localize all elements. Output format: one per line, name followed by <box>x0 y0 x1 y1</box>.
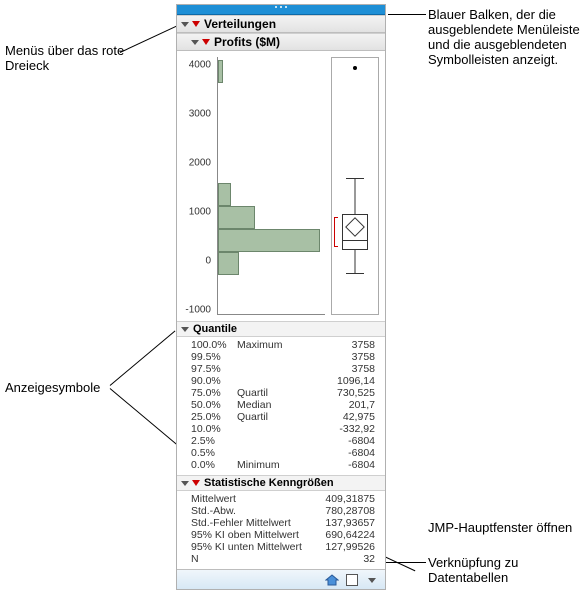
dropdown-icon[interactable] <box>365 573 379 587</box>
table-row: 95% KI unten Mittelwert127,99526 <box>191 541 379 553</box>
disclosure-icon[interactable] <box>181 481 189 486</box>
table-row: Mittelwert409,31875 <box>191 493 379 505</box>
boxplot[interactable] <box>331 57 379 315</box>
stats-title: Statistische Kenngrößen <box>204 477 334 489</box>
quantiles-header[interactable]: Quantile <box>177 321 385 337</box>
table-row: Std.-Abw.780,28708 <box>191 505 379 517</box>
stats-table: Mittelwert409,31875Std.-Abw.780,28708Std… <box>177 491 385 569</box>
y-axis: 4000 3000 2000 1000 0 -1000 <box>181 57 213 315</box>
table-row: Std.-Fehler Mittelwert137,93657 <box>191 517 379 529</box>
table-row: 0.0%Minimum-6804 <box>191 459 379 471</box>
mean-diamond <box>345 217 365 237</box>
table-row: 25.0%Quartil42,975 <box>191 411 379 423</box>
table-row: 50.0%Median201,7 <box>191 399 379 411</box>
hidden-menu-bar[interactable] <box>177 5 385 15</box>
jmp-home-icon[interactable] <box>325 573 339 587</box>
histogram[interactable] <box>217 57 325 315</box>
label-display-symbols: Anzeigesymbole <box>5 380 100 395</box>
table-row: 0.5%-6804 <box>191 447 379 459</box>
disclosure-icon[interactable] <box>181 327 189 332</box>
quantiles-table: 100.0%Maximum375899.5%375897.5%375890.0%… <box>177 337 385 475</box>
label-blue-bar: Blauer Balken, der die ausgeblendete Men… <box>428 7 583 67</box>
profits-title: Profits ($M) <box>214 35 280 49</box>
stats-header[interactable]: Statistische Kenngrößen <box>177 475 385 491</box>
label-jmp-main: JMP-Hauptfenster öffnen <box>428 520 572 535</box>
shortest-half-bracket <box>334 217 338 248</box>
table-row: 99.5%3758 <box>191 351 379 363</box>
red-triangle-icon[interactable] <box>192 480 200 486</box>
label-menus-red-triangle: Menüs über das rote Dreieck <box>5 43 165 73</box>
red-triangle-icon[interactable] <box>192 21 200 27</box>
red-triangle-icon[interactable] <box>202 39 210 45</box>
chart-area: 4000 3000 2000 1000 0 -1000 <box>177 51 385 321</box>
profits-header[interactable]: Profits ($M) <box>177 33 385 51</box>
distributions-title: Verteilungen <box>204 17 276 31</box>
table-row: 10.0%-332,92 <box>191 423 379 435</box>
data-table-link-icon[interactable] <box>345 573 359 587</box>
disclosure-icon[interactable] <box>191 40 199 45</box>
disclosure-icon[interactable] <box>181 22 189 27</box>
table-row: 97.5%3758 <box>191 363 379 375</box>
table-row: N32 <box>191 553 379 565</box>
distributions-header[interactable]: Verteilungen <box>177 15 385 33</box>
table-row: 95% KI oben Mittelwert690,64224 <box>191 529 379 541</box>
label-table-link: Verknüpfung zu Datentabellen <box>428 555 568 585</box>
status-bar <box>177 569 385 589</box>
distribution-window: Verteilungen Profits ($M) 4000 3000 2000… <box>176 4 386 590</box>
table-row: 90.0%1096,14 <box>191 375 379 387</box>
table-row: 75.0%Quartil730,525 <box>191 387 379 399</box>
table-row: 100.0%Maximum3758 <box>191 339 379 351</box>
table-row: 2.5%-6804 <box>191 435 379 447</box>
quantiles-title: Quantile <box>193 323 237 335</box>
outlier-point <box>353 66 357 70</box>
